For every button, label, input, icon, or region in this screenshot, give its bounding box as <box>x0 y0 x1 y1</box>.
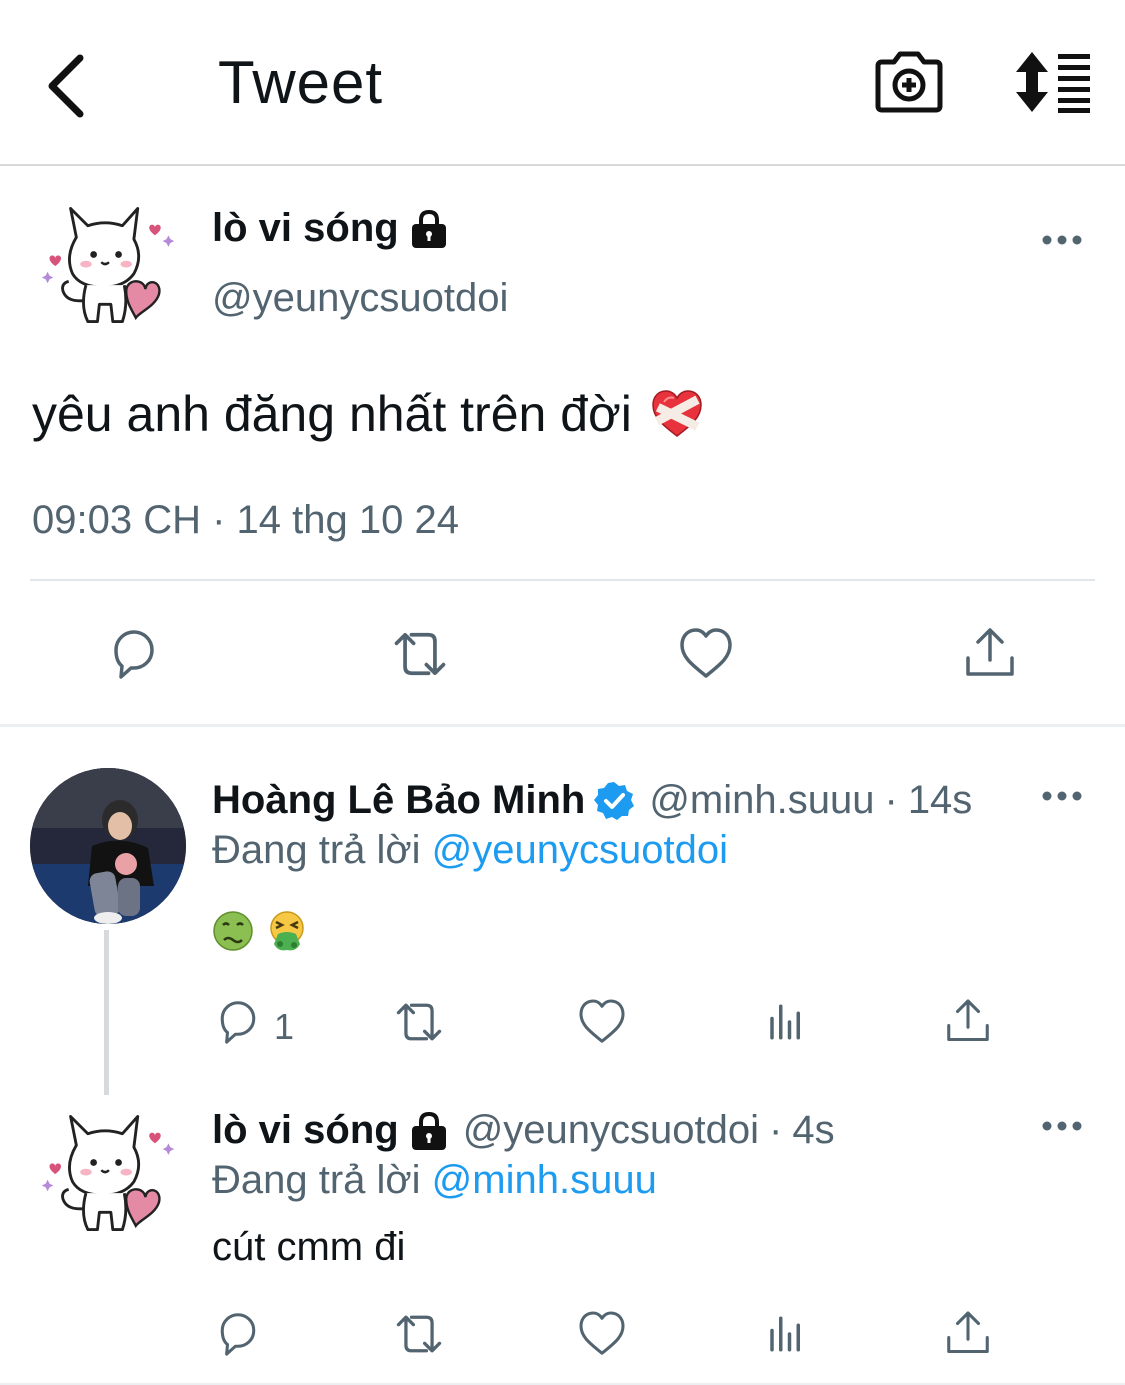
mention-link[interactable]: @minh.suuu <box>432 1158 657 1202</box>
user-avatar[interactable] <box>38 196 178 336</box>
replier-avatar[interactable] <box>30 768 186 924</box>
retweet-icon[interactable] <box>388 1306 450 1362</box>
page-title: Tweet <box>218 49 384 116</box>
separator: · <box>884 778 898 822</box>
more-options-icon[interactable] <box>1042 1120 1082 1132</box>
replying-to-label: Đang trả lời <box>212 828 421 872</box>
user-avatar[interactable] <box>38 1104 178 1244</box>
reply-icon[interactable] <box>102 622 166 686</box>
back-chevron-icon[interactable] <box>38 48 98 118</box>
share-icon[interactable] <box>958 622 1022 686</box>
reply-header: lò vi sóng @yeunycsuotdoi · 4s <box>212 1108 835 1153</box>
retweet-icon[interactable] <box>384 622 456 686</box>
reply-handle[interactable]: @minh.suuu <box>649 778 874 823</box>
reply-display-name[interactable]: Hoàng Lê Bảo Minh <box>212 778 585 823</box>
replying-to-label: Đang trả lời <box>212 1158 421 1202</box>
separator: · <box>769 1108 783 1152</box>
share-icon[interactable] <box>940 994 996 1050</box>
more-options-icon[interactable] <box>1042 234 1082 246</box>
reply-handle[interactable]: @yeunycsuotdoi <box>463 1108 759 1153</box>
top-bar: Tweet <box>0 0 1125 166</box>
reply-time: 4s <box>792 1108 835 1152</box>
lock-icon <box>409 1111 448 1151</box>
views-icon[interactable] <box>758 994 814 1050</box>
replying-to-line: Đang trả lời @yeunycsuotdoi <box>212 828 728 873</box>
lock-icon <box>409 209 448 249</box>
mention-link[interactable]: @yeunycsuotdoi <box>432 828 728 872</box>
verified-badge-icon <box>594 781 635 820</box>
tweet-timestamp: 09:03 CH · 14 thg 10 24 <box>32 498 459 542</box>
views-icon[interactable] <box>758 1306 814 1362</box>
tweet-text-row: yêu anh đăng nhất trên đời <box>32 385 704 443</box>
more-options-icon[interactable] <box>1042 790 1082 802</box>
like-icon[interactable] <box>574 1306 630 1362</box>
reply-display-name[interactable]: lò vi sóng <box>212 1108 399 1153</box>
author-name-row[interactable]: lò vi sóng <box>212 206 449 251</box>
mending-heart-icon <box>652 390 702 437</box>
avatar-photo <box>30 768 186 924</box>
reply-count: 1 <box>274 1006 295 1047</box>
vomiting-face-icon <box>270 911 304 951</box>
share-icon[interactable] <box>940 1306 996 1362</box>
tweet-text: yêu anh đăng nhất trên đời <box>32 386 632 442</box>
reply-header: Hoàng Lê Bảo Minh @minh.suuu · 14s <box>212 778 972 823</box>
divider <box>30 579 1095 581</box>
reply-icon[interactable] <box>210 1306 266 1362</box>
reply-icon[interactable] <box>210 994 266 1050</box>
sort-replies-icon[interactable] <box>1012 50 1094 114</box>
divider <box>0 724 1125 727</box>
reply-text: cút cmm đi <box>212 1225 406 1269</box>
author-handle[interactable]: @yeunycsuotdoi <box>212 276 508 321</box>
thread-connector <box>104 930 109 1095</box>
camera-add-icon[interactable] <box>872 50 946 114</box>
like-icon[interactable] <box>574 994 630 1050</box>
author-display-name: lò vi sóng <box>212 206 399 250</box>
replying-to-line: Đang trả lời @minh.suuu <box>212 1158 657 1203</box>
nauseated-face-icon <box>213 911 253 951</box>
like-icon[interactable] <box>674 622 738 686</box>
retweet-icon[interactable] <box>388 994 450 1050</box>
reply-time: 14s <box>907 778 973 822</box>
